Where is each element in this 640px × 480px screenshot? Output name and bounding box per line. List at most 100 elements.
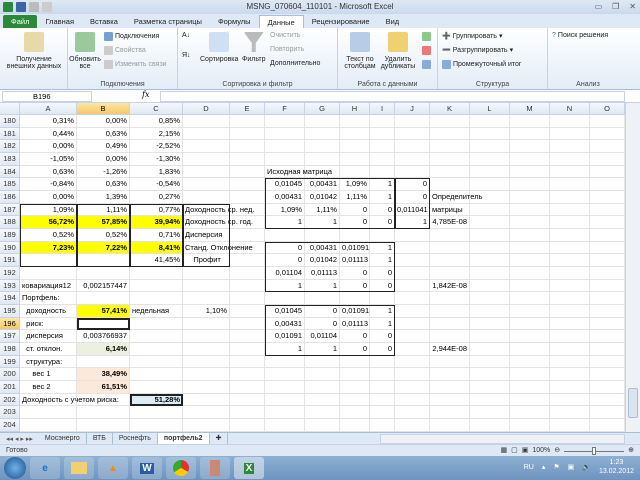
data-validation-button[interactable] [422,32,431,41]
sheet-tab[interactable]: ВТБ [87,433,113,444]
cell-B193[interactable]: 0,002157447 [77,279,130,293]
cell-J190[interactable] [395,241,430,255]
cell-N187[interactable] [550,203,590,217]
cell-I194[interactable] [370,292,395,306]
column-header-I[interactable]: I [370,103,395,115]
cell-A204[interactable] [20,419,77,432]
cell-I185[interactable]: 1 [370,178,395,191]
cell-B184[interactable]: -1,26% [77,165,130,179]
cell-K183[interactable] [430,153,470,166]
cell-F197[interactable]: 0,01091 [265,330,305,344]
cell-D197[interactable] [183,330,230,344]
cell-M186[interactable] [510,191,550,204]
cell-I195[interactable]: 1 [370,305,395,318]
cell-D204[interactable] [183,419,230,432]
cell-K203[interactable] [430,406,470,420]
cell-G199[interactable] [305,355,340,369]
row-header[interactable]: 191 [0,254,20,268]
cell-C192[interactable] [130,267,183,280]
cell-K184[interactable] [430,165,470,179]
cell-F193[interactable]: 1 [265,279,305,293]
what-if-button[interactable] [422,60,431,69]
cell-I182[interactable] [370,140,395,153]
cell-O196[interactable] [590,317,625,331]
cell-E202[interactable] [230,393,265,407]
cell-J192[interactable] [395,267,430,280]
cell-D195[interactable]: 1,10% [183,305,230,318]
row-header[interactable]: 189 [0,229,20,242]
cell-F199[interactable] [265,355,305,369]
cell-M188[interactable] [510,216,550,230]
column-header-C[interactable]: C [130,103,183,115]
cell-H181[interactable] [340,127,370,141]
cell-O187[interactable] [590,203,625,217]
row-header[interactable]: 200 [0,368,20,382]
cell-O198[interactable] [590,343,625,356]
column-header-F[interactable]: F [265,103,305,115]
cell-I180[interactable] [370,115,395,128]
cell-F186[interactable]: 0,00431 [265,191,305,204]
cell-I191[interactable]: 1 [370,254,395,268]
consolidate-button[interactable] [422,46,431,55]
formula-input[interactable] [160,91,625,102]
cell-B182[interactable]: 0,49% [77,140,130,153]
cell-L182[interactable] [470,140,510,153]
cell-M181[interactable] [510,127,550,141]
cell-F188[interactable]: 1 [265,216,305,230]
cell-H196[interactable]: 0,01113 [340,317,370,331]
cell-O200[interactable] [590,368,625,382]
cell-D190[interactable]: Станд. Отклонение [183,241,253,255]
cell-L199[interactable] [470,355,510,369]
cell-M193[interactable] [510,279,550,293]
cell-I204[interactable] [370,419,395,432]
cell-B200[interactable]: 38,49% [77,368,130,382]
cell-K186[interactable]: Определитель [430,191,483,204]
cell-J203[interactable] [395,406,430,420]
cell-N186[interactable] [550,191,590,204]
cell-M185[interactable] [510,178,550,191]
cell-M203[interactable] [510,406,550,420]
cell-C180[interactable]: 0,85% [130,115,183,128]
cell-N185[interactable] [550,178,590,191]
cell-M184[interactable] [510,165,550,179]
cell-H180[interactable] [340,115,370,128]
cell-I196[interactable]: 1 [370,317,395,331]
cell-F180[interactable] [265,115,305,128]
name-box[interactable]: B196 [2,91,92,102]
cell-G201[interactable] [305,381,340,394]
cell-J202[interactable] [395,393,430,407]
cell-A190[interactable]: 7,23% [20,241,77,255]
cell-D185[interactable] [183,178,230,191]
cell-L195[interactable] [470,305,510,318]
cell-I201[interactable] [370,381,395,394]
cell-K189[interactable] [430,229,470,242]
cell-C200[interactable] [130,368,183,382]
column-header-G[interactable]: G [305,103,340,115]
cell-J185[interactable]: 0 [395,178,430,191]
clock[interactable]: 1:23 13.02.2012 [599,458,634,476]
row-header[interactable]: 183 [0,153,20,166]
cell-K194[interactable] [430,292,470,306]
cell-K193[interactable]: 1,842E-08 [430,279,470,293]
cell-A202[interactable]: Доходность с учетом риска: [20,393,119,407]
cell-B181[interactable]: 0,63% [77,127,130,141]
cell-D180[interactable] [183,115,230,128]
cell-I189[interactable] [370,229,395,242]
cell-F196[interactable]: 0,00431 [265,317,305,331]
cell-F187[interactable]: 1,09% [265,203,305,217]
remove-duplicates-button[interactable]: Удалить дубликаты [380,32,416,70]
language-indicator[interactable]: RU [524,464,534,471]
sort-asc-button[interactable]: A↓ [182,32,190,39]
cell-M183[interactable] [510,153,550,166]
cell-L190[interactable] [470,241,510,255]
cell-K187[interactable]: матрицы [430,203,470,217]
cell-L200[interactable] [470,368,510,382]
cell-M194[interactable] [510,292,550,306]
column-header-L[interactable]: L [470,103,510,115]
cell-L196[interactable] [470,317,510,331]
ungroup-button[interactable]: ➖ Разгруппировать ▾ [442,46,513,55]
cell-A193[interactable]: ковариация12 [20,279,77,293]
cell-K185[interactable] [430,178,470,191]
cell-G203[interactable] [305,406,340,420]
cell-O202[interactable] [590,393,625,407]
